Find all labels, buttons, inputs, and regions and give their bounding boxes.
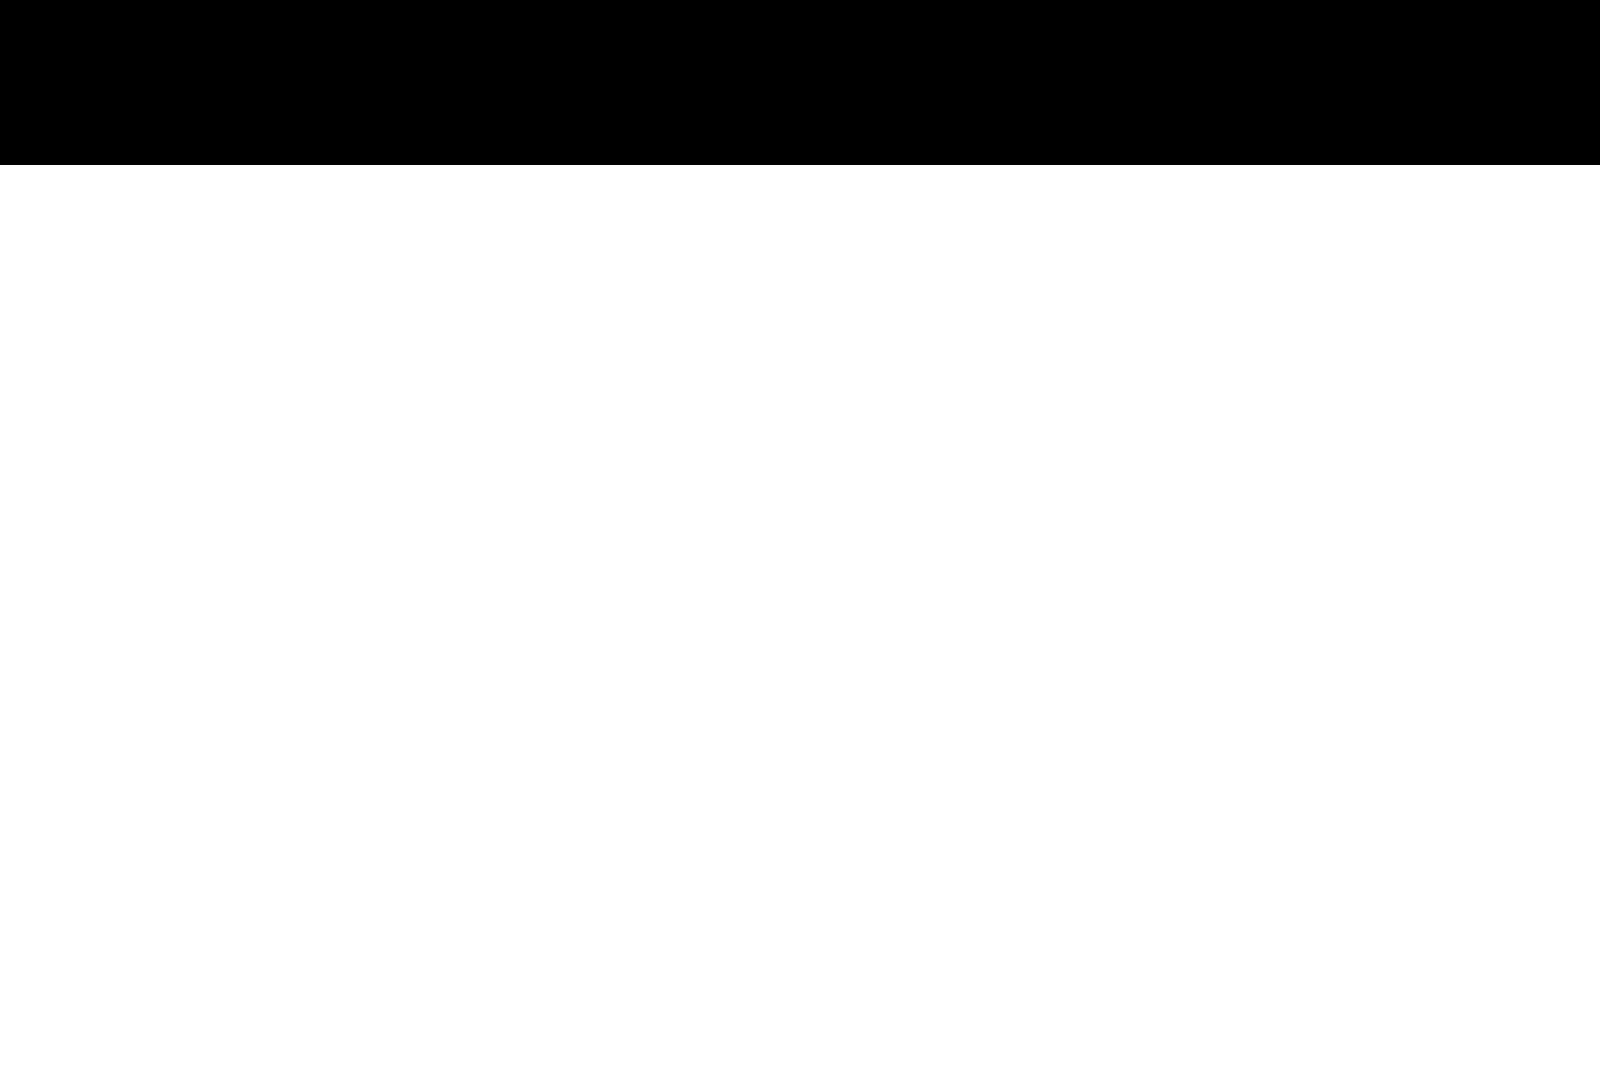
excel-panel-2 [786,165,1600,617]
excel-panel-4 [786,607,1600,1068]
excel-panel-1 [0,165,786,617]
excel-panel-3 [0,607,786,1068]
video-info-header [0,0,1600,165]
